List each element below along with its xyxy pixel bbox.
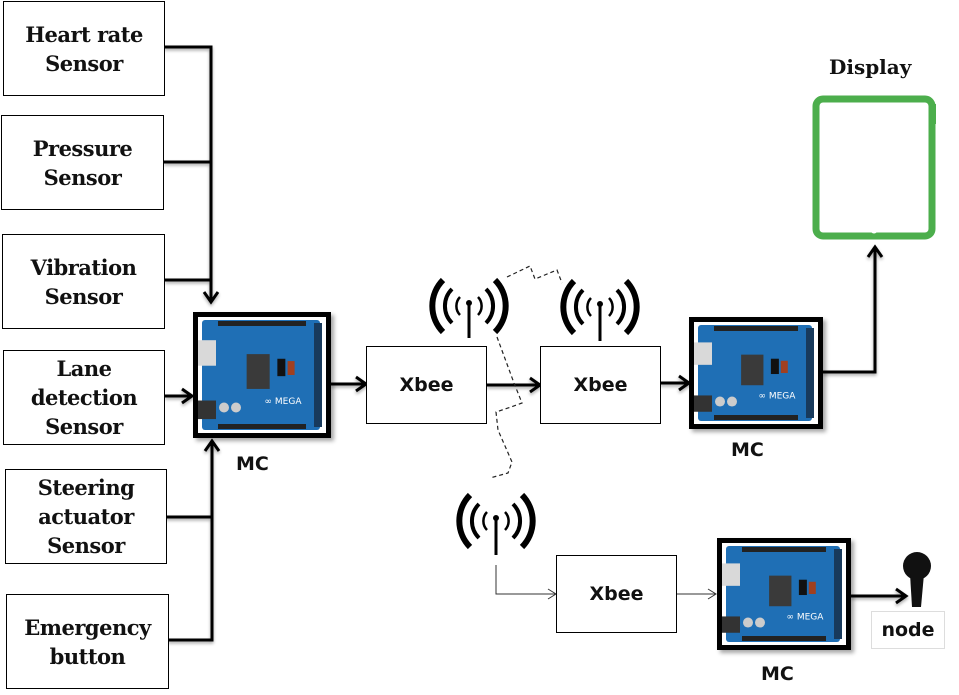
node-label: node	[871, 611, 945, 649]
display-tablet-icon	[812, 95, 936, 240]
antenna-icon-3	[456, 492, 536, 555]
arduino-board-icon: ∞ MEGA	[722, 546, 842, 642]
antenna-icon-1	[429, 277, 509, 338]
svg-text:∞ MEGA: ∞ MEGA	[786, 613, 824, 623]
antenna-icon-2	[560, 278, 640, 341]
xbee-module-1: Xbee	[366, 346, 487, 424]
sensor-heart-rate: Heart rate Sensor	[3, 1, 165, 96]
svg-text:∞ MEGA: ∞ MEGA	[758, 392, 796, 402]
microcontroller-1: ∞ MEGA	[193, 312, 331, 438]
mc-label-3: MC	[761, 663, 794, 685]
link-antenna3-xbee3	[495, 565, 555, 595]
sensor-lane-detection: Lane detection Sensor	[3, 350, 165, 445]
display-title: Display	[829, 55, 912, 79]
svg-text:∞ MEGA: ∞ MEGA	[265, 397, 303, 407]
link-mc2-display	[823, 248, 877, 374]
bus-line-top	[164, 45, 213, 300]
sensor-steering-actuator: Steering actuator Sensor	[5, 469, 167, 564]
arduino-board-icon: ∞ MEGA	[694, 325, 814, 421]
xbee-module-2: Xbee	[540, 346, 661, 424]
wireless-link-1-2	[506, 265, 563, 284]
mc-label-2: MC	[731, 439, 764, 461]
xbee-module-3: Xbee	[556, 555, 677, 633]
microcontroller-2: ∞ MEGA	[689, 317, 823, 429]
sensor-vibration: Vibration Sensor	[2, 234, 165, 329]
emergency-button-block: Emergency button	[6, 594, 169, 689]
arduino-board-icon: ∞ MEGA	[198, 320, 322, 430]
wireless-link-1-3	[489, 336, 523, 479]
mc-label-1: MC	[236, 453, 269, 475]
node-pin-icon	[903, 552, 931, 607]
sensor-pressure: Pressure Sensor	[1, 115, 164, 210]
system-block-diagram: Heart rate Sensor Pressure Sensor Vibrat…	[0, 0, 959, 695]
microcontroller-3: ∞ MEGA	[717, 538, 851, 650]
bus-line-bottom	[168, 442, 214, 642]
